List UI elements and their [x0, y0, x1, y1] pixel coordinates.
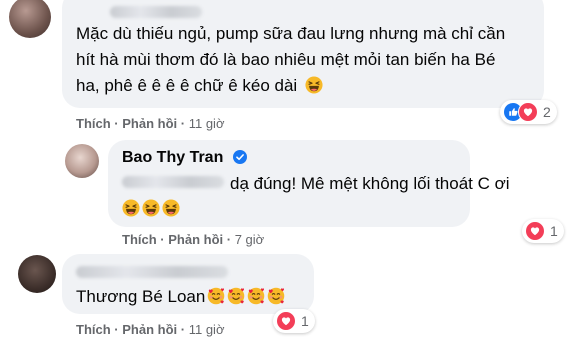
blurred-commenter-name[interactable] [110, 6, 202, 18]
heart-reaction-icon [525, 221, 545, 241]
reply-link[interactable]: Phản hồi [122, 116, 177, 131]
blurred-tagged-name[interactable] [122, 176, 224, 188]
comment-bubble: Thương Bé Loan [62, 254, 314, 314]
heart-reaction-icon [518, 102, 538, 122]
reaction-count: 2 [543, 104, 551, 120]
reply-text: dạ đúng! Mê mệt không lối thoát C ơi [122, 171, 510, 197]
like-link[interactable]: Thích [122, 232, 157, 247]
like-link[interactable]: Thích [76, 322, 111, 337]
smiling-face-with-hearts-emoji-icon [207, 287, 225, 305]
laughing-emoji-icon [305, 76, 323, 94]
heart-reaction-icon [276, 311, 296, 331]
comment-text: Mặc dù thiếu ngủ, pump sữa đau lưng nhưn… [76, 24, 506, 95]
like-link[interactable]: Thích [76, 116, 111, 131]
comment-actions: Thích · Phản hồi · 11 giờ [76, 322, 225, 337]
laughing-emoji-icon [122, 199, 140, 217]
reaction-summary[interactable]: 1 [273, 309, 315, 333]
reply-author-avatar[interactable] [65, 144, 99, 178]
comment-actions: Thích · Phản hồi · 11 giờ [76, 116, 225, 131]
blurred-commenter-name[interactable] [76, 266, 228, 278]
reply-link[interactable]: Phản hồi [122, 322, 177, 337]
reaction-summary[interactable]: 1 [522, 219, 564, 243]
laughing-emoji-icon [162, 199, 180, 217]
timestamp[interactable]: 11 giờ [189, 322, 225, 337]
smiling-face-with-hearts-emoji-icon [267, 287, 285, 305]
verified-badge-icon [232, 150, 247, 164]
comment-bubble: Mặc dù thiếu ngủ, pump sữa đau lưng nhưn… [62, 0, 544, 108]
reaction-count: 1 [301, 313, 309, 329]
timestamp[interactable]: 7 giờ [235, 232, 265, 247]
reaction-count: 1 [550, 223, 558, 239]
reply-actions: Thích · Phản hồi · 7 giờ [122, 232, 265, 247]
reply-link[interactable]: Phản hồi [168, 232, 223, 247]
reply-author-name[interactable]: Bao Thy Tran [122, 149, 223, 166]
reply-bubble: Bao Thy Tran dạ đúng! Mê mệt không lối t… [108, 140, 510, 227]
reaction-summary[interactable]: 2 [500, 100, 557, 124]
laughing-emoji-icon [142, 199, 160, 217]
smiling-face-with-hearts-emoji-icon [227, 287, 245, 305]
commenter-avatar[interactable] [9, 0, 51, 38]
reply-emojis [122, 199, 182, 219]
smiling-face-with-hearts-emoji-icon [247, 287, 265, 305]
comment-text: Thương Bé Loan [76, 284, 287, 310]
commenter-avatar[interactable] [18, 255, 56, 293]
timestamp[interactable]: 11 giờ [189, 116, 225, 131]
